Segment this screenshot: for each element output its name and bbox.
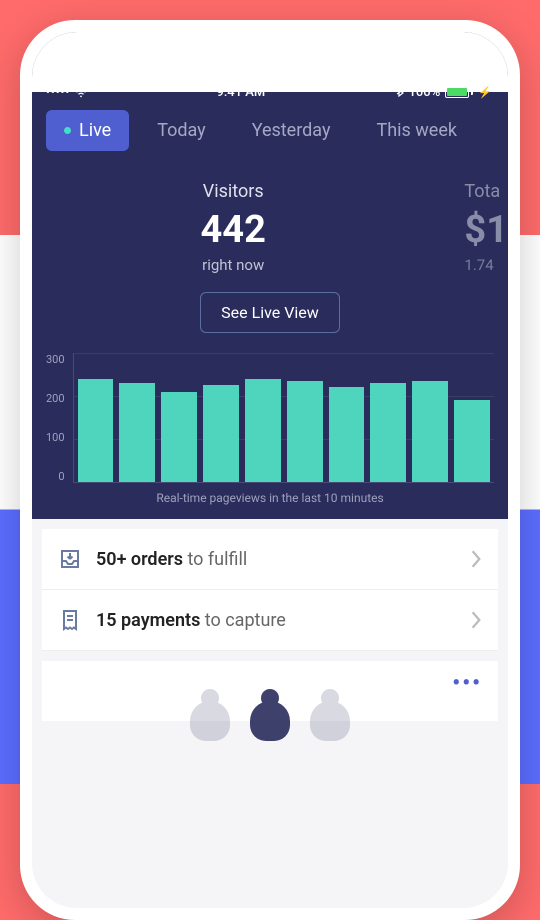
tab-label: Live bbox=[79, 120, 111, 141]
see-live-view-button[interactable]: See Live View bbox=[200, 292, 340, 333]
list-rest: to fulfill bbox=[183, 549, 247, 570]
inbox-download-icon bbox=[58, 547, 82, 571]
chart-bar bbox=[161, 392, 197, 482]
metric-label: Tota bbox=[464, 181, 508, 202]
list-text: 15 payments to capture bbox=[96, 610, 456, 631]
wifi-icon bbox=[74, 85, 88, 99]
status-right: 100% ⚡ bbox=[394, 83, 492, 101]
chevron-right-icon bbox=[470, 549, 482, 569]
tab-this-week[interactable]: This week bbox=[358, 110, 475, 151]
illustration bbox=[190, 701, 350, 741]
live-dot-icon bbox=[64, 127, 71, 134]
list-bold: 50+ orders bbox=[96, 549, 183, 570]
metric-sub: right now bbox=[62, 256, 404, 274]
chart-y-axis: 300 200 100 0 bbox=[46, 353, 73, 483]
chart-bar bbox=[454, 400, 490, 482]
ytick: 300 bbox=[46, 353, 65, 366]
list-item-orders-to-fulfill[interactable]: 50+ orders to fulfill bbox=[42, 529, 498, 590]
chart-bar bbox=[78, 379, 114, 482]
tab-yesterday[interactable]: Yesterday bbox=[234, 110, 349, 151]
chart-bars bbox=[74, 353, 494, 482]
ytick: 200 bbox=[46, 392, 65, 405]
list-text: 50+ orders to fulfill bbox=[96, 549, 456, 570]
status-time: 9:41 AM bbox=[216, 85, 265, 100]
chart-bar bbox=[329, 387, 365, 482]
list-item-payments-to-capture[interactable]: 15 payments to capture bbox=[42, 590, 498, 651]
metric-value: $1 bbox=[464, 208, 508, 252]
action-list: 50+ orders to fulfill 15 payments to cap… bbox=[32, 519, 508, 651]
chart-bar bbox=[119, 383, 155, 482]
chevron-right-icon bbox=[470, 610, 482, 630]
metric-label: Visitors bbox=[62, 181, 404, 202]
metric-total-sales-partial: Tota $1 1.74 bbox=[434, 181, 508, 274]
chart-caption: Real-time pageviews in the last 10 minut… bbox=[46, 491, 494, 505]
chart-bar bbox=[412, 381, 448, 482]
list-bold: 15 payments bbox=[96, 610, 200, 631]
tab-label: Yesterday bbox=[252, 120, 331, 141]
battery-icon bbox=[445, 86, 473, 98]
bluetooth-icon bbox=[394, 83, 404, 101]
metric-value: 442 bbox=[62, 208, 404, 252]
phone-frame: ••••• 9:41 AM 100% ⚡ bbox=[20, 20, 520, 920]
metric-sub: 1.74 bbox=[464, 256, 508, 274]
tab-today[interactable]: Today bbox=[139, 110, 223, 151]
chart-plot bbox=[73, 353, 494, 483]
chart-bar bbox=[203, 385, 239, 482]
person-icon bbox=[250, 701, 290, 741]
metric-visitors: Visitors 442 right now bbox=[32, 181, 434, 274]
list-rest: to capture bbox=[200, 610, 286, 631]
chart-bar bbox=[370, 383, 406, 482]
dashboard-header: Live Today Yesterday This week Visitors bbox=[32, 92, 508, 519]
chart-bar bbox=[245, 379, 281, 482]
ytick: 100 bbox=[46, 431, 65, 444]
charging-icon: ⚡ bbox=[478, 86, 492, 99]
metrics-row: Visitors 442 right now Tota $1 1.74 bbox=[32, 181, 508, 274]
footer-card: ••• bbox=[42, 661, 498, 721]
chart-bar bbox=[287, 381, 323, 482]
tab-label: This week bbox=[376, 120, 457, 141]
receipt-icon bbox=[58, 608, 82, 632]
chart-container: 300 200 100 0 bbox=[46, 353, 494, 483]
person-icon bbox=[310, 701, 350, 741]
chart-area: 300 200 100 0 Real-time pageviews in t bbox=[32, 353, 508, 519]
see-live-wrap: See Live View bbox=[32, 274, 508, 333]
ytick: 0 bbox=[46, 470, 65, 483]
status-left: ••••• bbox=[46, 85, 88, 99]
app-screen: ••••• 9:41 AM 100% ⚡ bbox=[32, 32, 508, 908]
phone-inner: ••••• 9:41 AM 100% ⚡ bbox=[32, 32, 508, 908]
tab-label: Today bbox=[157, 120, 205, 141]
person-icon bbox=[190, 701, 230, 741]
signal-dots: ••••• bbox=[46, 86, 70, 99]
battery-percent: 100% bbox=[409, 85, 441, 100]
tabs-row: Live Today Yesterday This week bbox=[32, 110, 508, 151]
status-bar: ••••• 9:41 AM 100% ⚡ bbox=[32, 32, 508, 92]
tab-live[interactable]: Live bbox=[46, 110, 129, 151]
more-menu-button[interactable]: ••• bbox=[452, 671, 482, 696]
